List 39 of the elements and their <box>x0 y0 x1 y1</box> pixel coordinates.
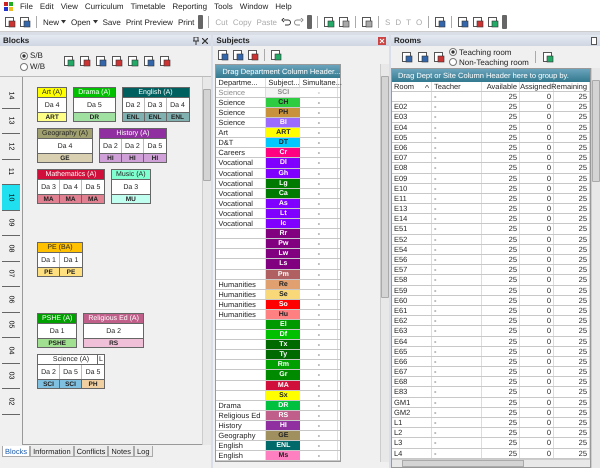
caret-icon <box>61 20 66 24</box>
radio-dot[interactable] <box>449 58 457 66</box>
toolbar-grip-icon[interactable] <box>198 15 204 29</box>
toolbar-button[interactable]: Save <box>102 18 122 26</box>
panel-title: Rooms <box>394 36 422 45</box>
toolbar-grip-icon[interactable] <box>307 15 312 29</box>
toolbar-button[interactable]: New <box>42 18 68 26</box>
radio-dot[interactable] <box>20 62 28 70</box>
menu-item[interactable]: Edit <box>40 2 54 11</box>
menu-item[interactable]: Reporting <box>172 2 208 11</box>
radio-option[interactable]: S/B <box>20 51 46 60</box>
toolbar-button[interactable]: Print <box>176 18 196 26</box>
scrollbar[interactable] <box>202 77 212 445</box>
caret-icon <box>92 20 98 24</box>
radio-label: Non-Teaching room <box>459 58 529 66</box>
panel-title: Blocks <box>3 36 30 45</box>
app-logo-icon <box>4 2 13 11</box>
panel-title: Subjects <box>216 36 250 45</box>
menu-item[interactable]: Curriculum <box>84 2 124 11</box>
menu-item[interactable]: Tools <box>214 2 233 11</box>
menu-item[interactable]: Help <box>275 2 292 11</box>
scrollbar[interactable] <box>591 68 600 468</box>
radio-dot[interactable] <box>20 52 28 60</box>
radio-dot[interactable] <box>449 48 457 56</box>
toolbar-button[interactable]: Open <box>70 18 99 26</box>
radio-label: Teaching room <box>459 48 512 56</box>
undo-icon[interactable] <box>281 18 292 26</box>
radio-option[interactable]: W/B <box>20 62 46 71</box>
scrollbar[interactable] <box>380 64 389 462</box>
pin-icon[interactable] <box>193 36 200 44</box>
toolbar-button[interactable]: Print Preview <box>124 18 174 26</box>
menu-item[interactable]: Timetable <box>130 2 166 11</box>
toolbar-grip-icon[interactable] <box>502 15 508 29</box>
menu-item[interactable]: File <box>20 2 33 11</box>
menu-item[interactable]: Window <box>240 2 268 11</box>
menu-item[interactable]: View <box>60 2 78 11</box>
radio-label: S/B <box>30 51 43 60</box>
radio-label: W/B <box>30 62 46 71</box>
close-icon[interactable] <box>202 38 208 44</box>
